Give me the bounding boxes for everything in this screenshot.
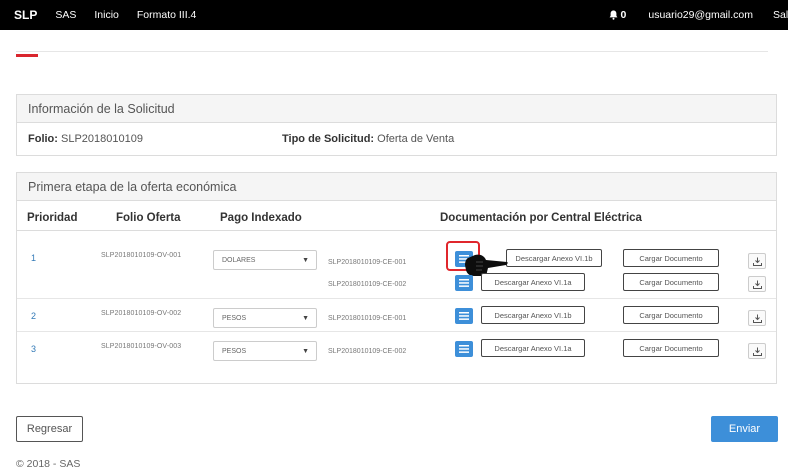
bell-icon: [609, 10, 617, 20]
info-panel-title: Información de la Solicitud: [17, 95, 776, 123]
folio-label: Folio:: [28, 133, 58, 145]
row3-central1-list-button[interactable]: [455, 341, 473, 357]
list-icon: [459, 312, 469, 320]
row2-central1-descargar-button[interactable]: Descargar Anexo VI.1b: [481, 306, 585, 324]
tipo-value: Oferta de Venta: [377, 133, 455, 145]
list-icon: [459, 345, 469, 353]
back-button[interactable]: Regresar: [16, 416, 83, 442]
folio-info: Folio: SLP2018010109: [28, 133, 143, 145]
download-icon: [752, 347, 762, 356]
row3-pago-select[interactable]: PESOS ▼: [213, 341, 317, 361]
nav-link-formato[interactable]: Formato III.4: [137, 9, 197, 21]
row1-central2-descargar-button[interactable]: Descargar Anexo VI.1a: [481, 273, 585, 291]
row1-pago-value: DOLARES: [222, 256, 256, 264]
download-icon: [752, 257, 762, 266]
header-divider-line: [17, 230, 776, 231]
row3-central1-download-button[interactable]: [748, 343, 766, 359]
nav-link-sas[interactable]: SAS: [55, 9, 76, 21]
notifications-button[interactable]: 0: [609, 9, 627, 21]
header-prioridad: Prioridad: [27, 212, 78, 224]
notification-count: 0: [620, 9, 627, 21]
chevron-down-icon: ▼: [302, 257, 309, 264]
tipo-info: Tipo de Solicitud: Oferta de Venta: [282, 133, 454, 145]
send-button[interactable]: Enviar: [711, 416, 778, 442]
top-navbar: SLP SAS Inicio Formato III.4 0 usuario29…: [0, 0, 788, 30]
header-folio-oferta: Folio Oferta: [116, 212, 181, 224]
header-pago-indexado: Pago Indexado: [220, 212, 302, 224]
row2-pago-select[interactable]: PESOS ▼: [213, 308, 317, 328]
row3-central1-cargar-button[interactable]: Cargar Documento: [623, 339, 719, 357]
logout-link[interactable]: Salir: [773, 9, 788, 21]
list-icon: [459, 279, 469, 287]
header-documentacion: Documentación por Central Eléctrica: [440, 212, 642, 224]
chevron-down-icon: ▼: [302, 315, 309, 322]
tipo-label: Tipo de Solicitud:: [282, 133, 375, 145]
row1-prioridad[interactable]: 1: [31, 253, 36, 263]
download-icon: [752, 314, 762, 323]
row1-central1-download-button[interactable]: [748, 253, 766, 269]
row1-central2-cargar-button[interactable]: Cargar Documento: [623, 273, 719, 291]
header-divider: [16, 51, 768, 52]
row1-central1: SLP2018010109-CE-001: [328, 259, 407, 266]
row2-central1: SLP2018010109-CE-001: [328, 315, 407, 322]
row1-central1-cargar-button[interactable]: Cargar Documento: [623, 249, 719, 267]
offer-panel: Primera etapa de la oferta económica Pri…: [16, 172, 777, 384]
row3-folio: SLP2018010109-OV-003: [101, 343, 182, 350]
row1-pago-select[interactable]: DOLARES ▼: [213, 250, 317, 270]
row2-central1-download-button[interactable]: [748, 310, 766, 326]
row2-pago-value: PESOS: [222, 314, 247, 322]
folio-value: SLP2018010109: [61, 133, 143, 145]
download-icon: [752, 280, 762, 289]
row-divider: [17, 331, 776, 332]
row1-central2: SLP2018010109-CE-002: [328, 281, 407, 288]
row3-pago-value: PESOS: [222, 347, 247, 355]
row2-folio: SLP2018010109-OV-002: [101, 310, 182, 317]
nav-link-inicio[interactable]: Inicio: [94, 9, 119, 21]
row2-prioridad[interactable]: 2: [31, 311, 36, 321]
footer-copyright: © 2018 - SAS: [16, 458, 81, 470]
row1-central2-download-button[interactable]: [748, 276, 766, 292]
row3-prioridad[interactable]: 3: [31, 344, 36, 354]
accent-bar: [16, 54, 38, 57]
chevron-down-icon: ▼: [302, 348, 309, 355]
row3-central1-descargar-button[interactable]: Descargar Anexo VI.1a: [481, 339, 585, 357]
offer-panel-title: Primera etapa de la oferta económica: [17, 173, 776, 201]
row2-central1-list-button[interactable]: [455, 308, 473, 324]
brand-logo[interactable]: SLP: [14, 8, 37, 22]
row1-central2-list-button[interactable]: [455, 275, 473, 291]
row-divider: [17, 298, 776, 299]
row1-folio: SLP2018010109-OV-001: [101, 252, 182, 259]
info-panel: Información de la Solicitud Folio: SLP20…: [16, 94, 777, 156]
user-email[interactable]: usuario29@gmail.com: [648, 9, 753, 21]
row3-central1: SLP2018010109-CE-002: [328, 348, 407, 355]
row2-central1-cargar-button[interactable]: Cargar Documento: [623, 306, 719, 324]
row1-central1-descargar-button[interactable]: Descargar Anexo VI.1b: [506, 249, 602, 267]
